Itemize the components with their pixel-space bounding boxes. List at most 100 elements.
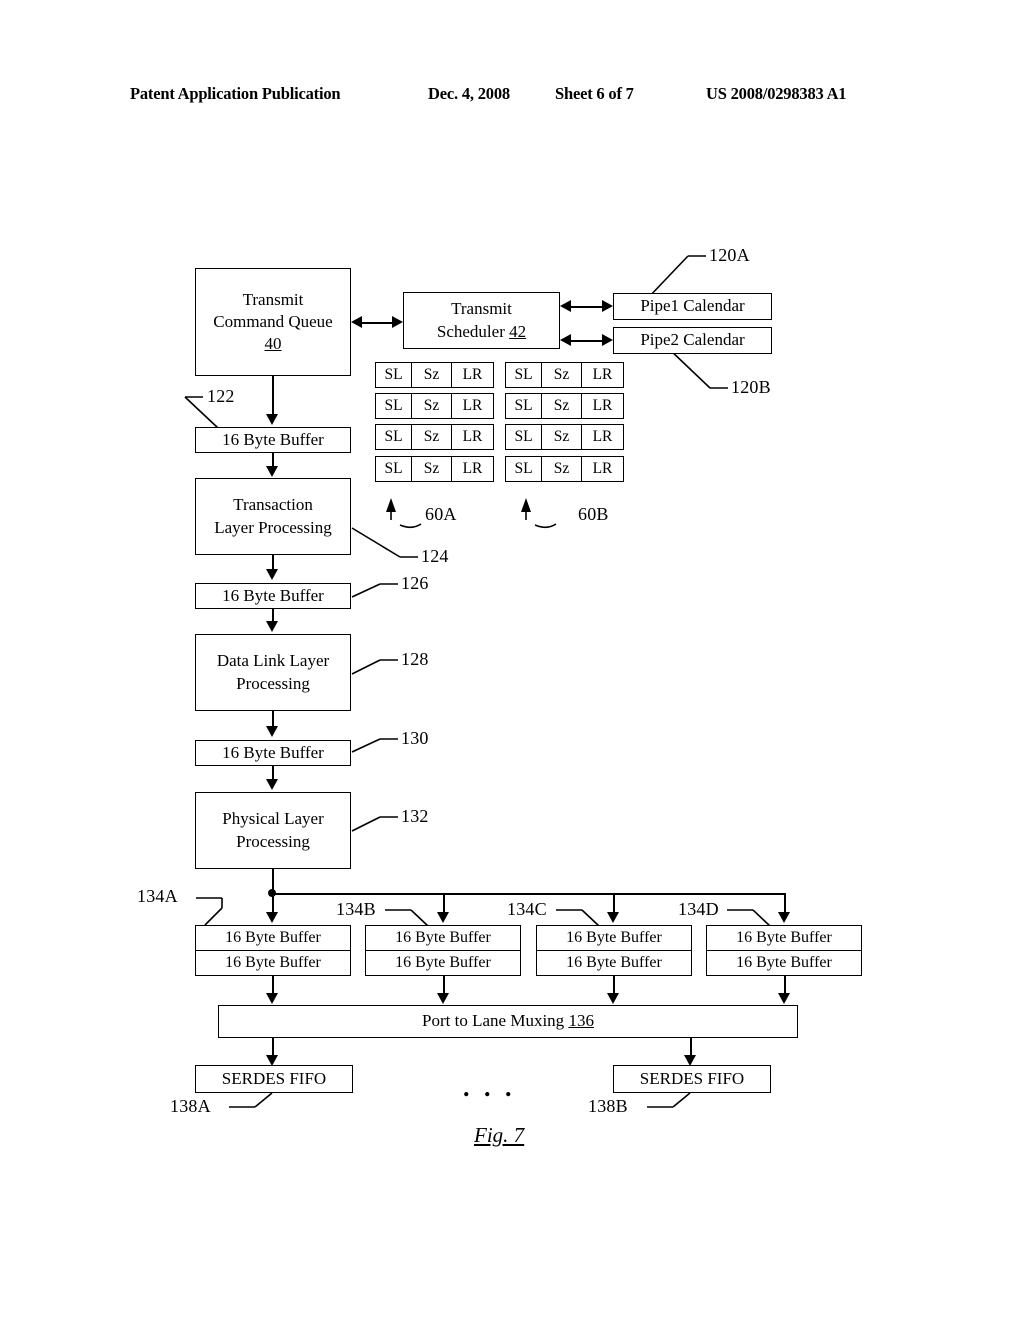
ref-134d: 134D [678,899,719,919]
transaction-layer-line2: Layer Processing [214,517,332,537]
lane-buffer-label: 16 Byte Buffer [395,954,491,972]
buffer-126-block[interactable]: 16 Byte Buffer [195,583,351,609]
lane-buffer-label: 16 Byte Buffer [736,954,832,972]
pipe2-calendar-block[interactable]: Pipe2 Calendar [613,327,772,354]
physical-layer-block[interactable]: Physical Layer Processing [195,792,351,869]
connector-datalink-buffer130 [272,711,274,727]
transmit-command-queue-ref: 40 [264,334,282,354]
serdes-fifo-a-label: SERDES FIFO [221,1068,327,1088]
calendar-row-60b-4[interactable]: SL Sz LR [505,456,624,482]
lane-buffer-label: 16 Byte Buffer [225,954,321,972]
pipe1-calendar-label: Pipe1 Calendar [640,296,745,316]
header-patent-number: US 2008/0298383 A1 [706,84,847,103]
physical-layer-line2: Processing [236,831,310,851]
port-to-lane-muxing-label: Port to Lane Muxing [422,1011,565,1031]
calendar-row-60a-1[interactable]: SL Sz LR [375,362,494,388]
ref-122: 122 [207,386,235,406]
calendar-cell-60b-1-lr: LR [592,366,613,383]
arrowhead-pipe2-right [602,334,613,346]
buffer-130-block[interactable]: 16 Byte Buffer [195,740,351,766]
ref-124: 124 [421,546,449,566]
calendar-cell-60a-2-sz: Sz [412,394,452,418]
physical-layer-line1: Physical Layer [222,809,324,829]
arrowhead-buffer126 [266,569,278,580]
calendar-row-60a-2[interactable]: SL Sz LR [375,393,494,419]
arrowhead-buffer130 [266,726,278,737]
arrowhead-physical [266,779,278,790]
calendar-cell-60b-4-lr: LR [592,460,613,477]
ref-134b: 134B [336,899,376,919]
serdes-ellipsis: . . . [463,1073,516,1102]
calendar-cell-60b-4-sz: Sz [542,457,582,481]
calendar-row-60a-4[interactable]: SL Sz LR [375,456,494,482]
calendar-cell-60a-1-lr: LR [462,366,483,383]
lane-distribution-bus [272,893,785,895]
connector-scheduler-pipe2 [566,340,607,342]
arrowhead-mux-d [778,993,790,1004]
calendar-cell-60a-1-sz: Sz [412,363,452,387]
transmit-command-queue-line1: Transmit [242,289,304,309]
data-link-layer-line2: Processing [236,673,310,693]
transmit-command-queue-block[interactable]: Transmit Command Queue 40 [195,268,351,376]
serdes-fifo-b-label: SERDES FIFO [639,1068,745,1088]
ref-120b: 120B [731,377,771,397]
lane-buffer-label: 16 Byte Buffer [736,929,832,947]
arrowhead-pipe1-right [602,300,613,312]
serdes-fifo-b-block[interactable]: SERDES FIFO [613,1065,771,1093]
calendar-cell-60a-4-lr: LR [462,460,483,477]
pipe1-calendar-block[interactable]: Pipe1 Calendar [613,293,772,320]
lane-buffer-134a-row1[interactable]: 16 Byte Buffer [195,925,351,951]
arrowhead-lane-d [778,912,790,923]
calendar-cell-60a-3-lr: LR [462,428,483,445]
calendar-cell-60a-2-sl: SL [376,394,412,418]
buffer-122-block[interactable]: 16 Byte Buffer [195,427,351,453]
arrowhead-mux-c [607,993,619,1004]
port-to-lane-muxing-block[interactable]: Port to Lane Muxing 136 [218,1005,798,1038]
calendar-cell-60b-2-sl: SL [506,394,542,418]
arrowhead-scheduler-right [392,316,403,328]
transmit-scheduler-line1: Transmit [451,299,512,319]
page-header: Patent Application Publication Dec. 4, 2… [130,84,890,108]
buffer-122-label: 16 Byte Buffer [222,429,324,449]
lane-buffer-134c-row2[interactable]: 16 Byte Buffer [536,950,692,976]
transmit-scheduler-line2: Scheduler [436,321,505,341]
data-link-layer-line1: Data Link Layer [216,651,330,671]
arrowhead-lane-c [607,912,619,923]
ref-132: 132 [401,806,429,826]
arrowhead-pipe2-left [560,334,571,346]
calendar-row-60b-3[interactable]: SL Sz LR [505,424,624,450]
lane-buffer-134c-row1[interactable]: 16 Byte Buffer [536,925,692,951]
ref-60b: 60B [578,504,609,524]
calendar-cell-60a-4-sz: Sz [412,457,452,481]
calendar-row-60a-3[interactable]: SL Sz LR [375,424,494,450]
lane-buffer-134a-row2[interactable]: 16 Byte Buffer [195,950,351,976]
lane-buffer-label: 16 Byte Buffer [566,929,662,947]
transaction-layer-block[interactable]: Transaction Layer Processing [195,478,351,555]
calendar-cell-60b-3-sl: SL [506,425,542,449]
calendar-cell-60b-3-lr: LR [592,428,613,445]
ref-138a: 138A [170,1096,211,1116]
connector-buffer130-physical [272,766,274,780]
connector-queue-scheduler [357,322,397,324]
serdes-fifo-a-block[interactable]: SERDES FIFO [195,1065,353,1093]
calendar-row-60b-2[interactable]: SL Sz LR [505,393,624,419]
ref-126: 126 [401,573,429,593]
lane-buffer-134b-row1[interactable]: 16 Byte Buffer [365,925,521,951]
calendar-row-60b-1[interactable]: SL Sz LR [505,362,624,388]
arrowhead-mux-b [437,993,449,1004]
connector-scheduler-pipe1 [566,306,607,308]
lane-buffer-label: 16 Byte Buffer [566,954,662,972]
transmit-scheduler-block[interactable]: Transmit Scheduler 42 [403,292,560,349]
lane-buffer-134d-row1[interactable]: 16 Byte Buffer [706,925,862,951]
figure-label: Fig. 7 [474,1123,525,1147]
lane-buffer-134d-row2[interactable]: 16 Byte Buffer [706,950,862,976]
arrowhead-pipe1-left [560,300,571,312]
lane-buffer-134b-row2[interactable]: 16 Byte Buffer [365,950,521,976]
calendar-cell-60a-4-sl: SL [376,457,412,481]
arrowhead-datalink [266,621,278,632]
data-link-layer-block[interactable]: Data Link Layer Processing [195,634,351,711]
calendar-cell-60a-2-lr: LR [462,397,483,414]
calendar-cell-60a-3-sl: SL [376,425,412,449]
arrowhead-60b [521,498,531,512]
header-date: Dec. 4, 2008 [428,84,510,103]
